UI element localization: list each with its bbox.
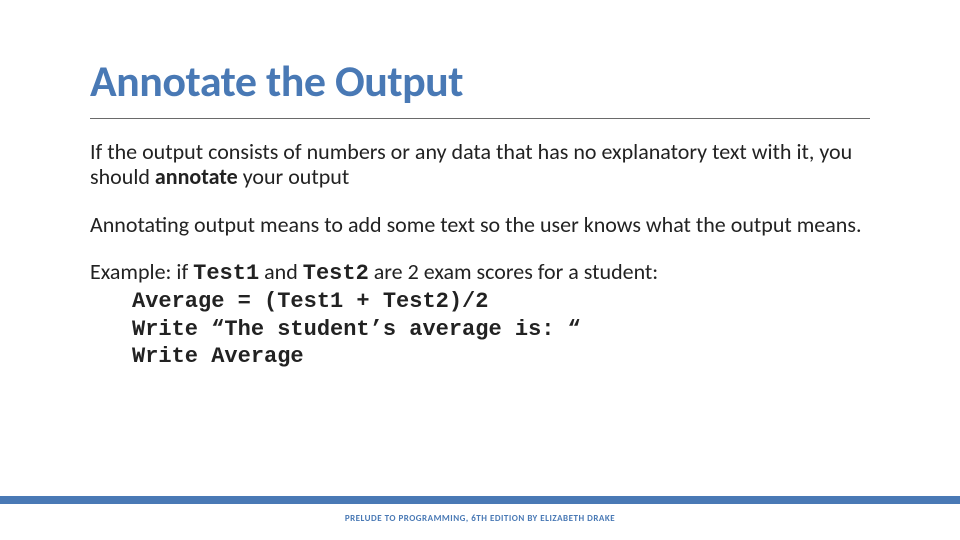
- paragraph-2: Annotating output means to add some text…: [90, 212, 870, 237]
- slide-title: Annotate the Output: [90, 54, 870, 108]
- example-intro: Example: if Test1 and Test2 are 2 exam s…: [90, 259, 870, 286]
- ex-var-1: Test1: [193, 261, 259, 286]
- title-underline: [90, 118, 870, 119]
- footer-accent-bar: [0, 496, 960, 504]
- ex-text-3: are 2 exam scores for a student:: [369, 258, 658, 285]
- code-line-1: Average = (Test1 + Test2)/2: [132, 289, 488, 314]
- code-line-3: Write Average: [132, 344, 304, 369]
- code-line-2: Write “The student’s average is: “: [132, 317, 581, 342]
- footer-text: PRELUDE TO PROGRAMMING, 6TH EDITION BY E…: [0, 513, 960, 524]
- para1-bold: annotate: [155, 163, 243, 190]
- ex-var-2: Test2: [303, 261, 369, 286]
- para1-tail: your output: [243, 163, 350, 190]
- slide: Annotate the Output If the output consis…: [0, 0, 960, 540]
- paragraph-1: If the output consists of numbers or any…: [90, 139, 870, 190]
- ex-text-1: Example: if: [90, 258, 193, 285]
- ex-text-2: and: [259, 258, 303, 285]
- code-block: Average = (Test1 + Test2)/2 Write “The s…: [132, 288, 870, 371]
